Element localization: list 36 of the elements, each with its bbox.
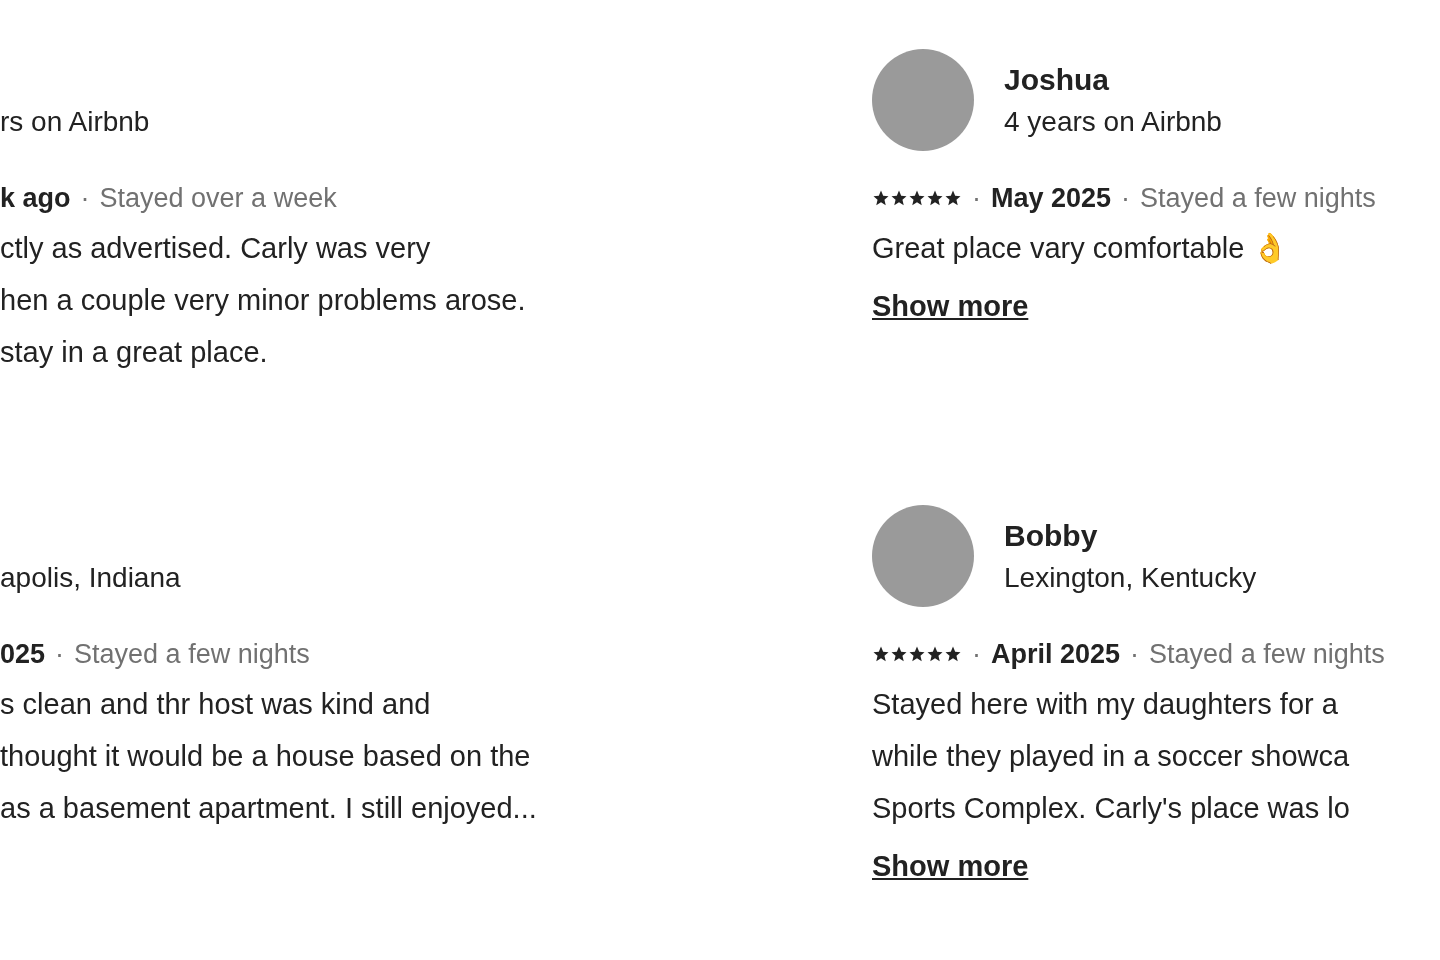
star-icon: [908, 189, 926, 207]
separator-dot: ·: [972, 638, 981, 671]
show-more-link[interactable]: Show more: [872, 846, 1029, 886]
star-icon: [908, 645, 926, 663]
stay-length: Stayed over a week: [99, 182, 337, 215]
reviewer-name: Joshua: [1004, 62, 1111, 98]
reviewer-subtitle: rs on Airbnb: [0, 105, 150, 139]
star-icon: [926, 645, 944, 663]
review-text: Great place vary comfortable 👌: [872, 231, 1290, 266]
star-icon: [944, 189, 962, 207]
review-text: Stayed here with my daughters for a while they played in a soccer showca Sports Complex. Carly's place was lo: [872, 687, 1351, 826]
review-date: 025: [0, 638, 46, 671]
reviewer-subtitle: 4 years on Airbnb: [1004, 105, 1222, 139]
review-date: k ago: [0, 182, 71, 215]
star-icon: [872, 645, 890, 663]
star-icon: [872, 189, 890, 207]
reviewer-subtitle: apolis, Indiana: [0, 561, 181, 595]
separator-dot: ·: [80, 182, 90, 215]
review-date: April 2025: [991, 638, 1121, 671]
stay-length: Stayed a few nights: [74, 638, 310, 671]
separator-dot: ·: [972, 182, 981, 215]
star-icon: [890, 645, 908, 663]
show-more-link[interactable]: Show more: [872, 286, 1029, 326]
star-icon: [890, 189, 908, 207]
review-text: s clean and thr host was kind and thought it would be a house based on the as a basement apartment. I still enjoyed...: [0, 687, 538, 826]
separator-dot: ·: [55, 638, 65, 671]
review-text: ctly as advertised. Carly was very hen a couple very minor problems arose. stay in a great place.: [0, 231, 527, 370]
stay-length: Stayed a few nights: [1149, 638, 1385, 671]
separator-dot: ·: [1130, 638, 1140, 671]
stay-length: Stayed a few nights: [1140, 182, 1376, 215]
star-icon: [926, 189, 944, 207]
separator-dot: ·: [1121, 182, 1131, 215]
review-date: May 2025: [991, 182, 1112, 215]
reviewer-name: Bobby: [1004, 518, 1099, 554]
reviewer-subtitle: Lexington, Kentucky: [1004, 561, 1257, 595]
star-icon: [944, 645, 962, 663]
